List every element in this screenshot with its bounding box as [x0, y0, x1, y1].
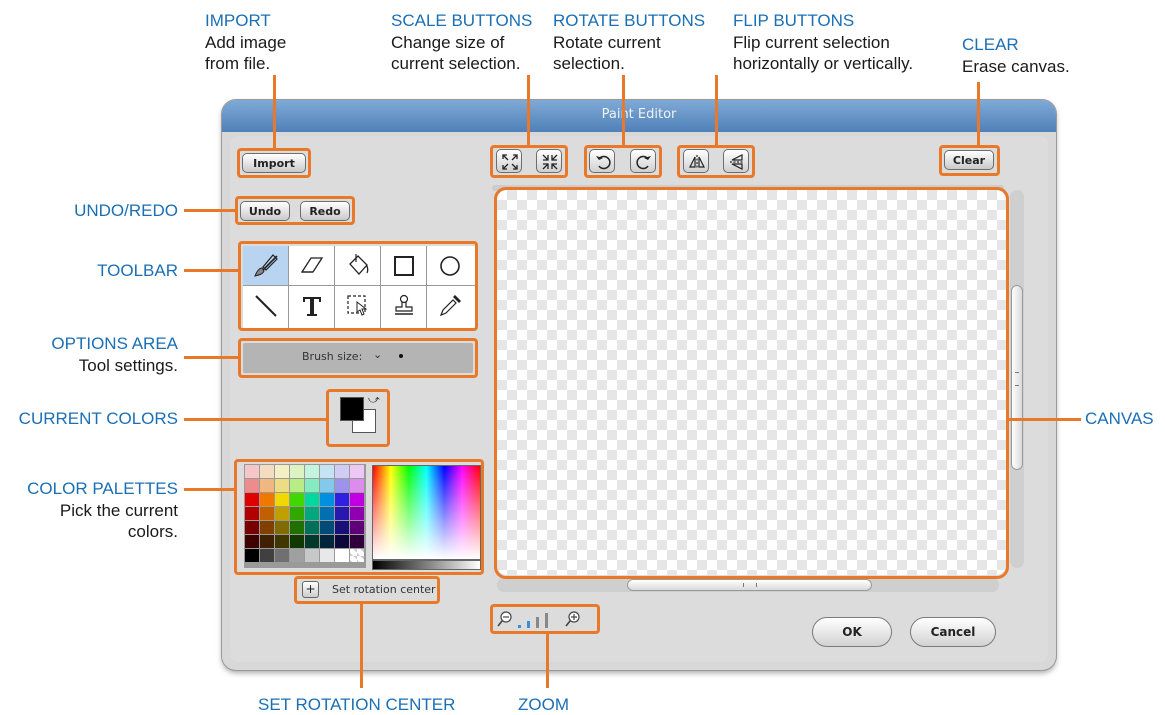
rotate-annotation-title: ROTATE BUTTONS — [553, 11, 706, 30]
toolbar-leader — [184, 269, 238, 272]
rotation-center-annotation-title: SET ROTATION CENTER — [258, 695, 456, 714]
scale-highlight — [490, 145, 568, 178]
undo-redo-annotation-title: UNDO/REDO — [74, 201, 178, 220]
import-annotation-desc: Add image from file. — [205, 33, 287, 73]
rotate-leader — [622, 75, 625, 145]
flip-annotation-title: FLIP BUTTONS — [733, 11, 855, 30]
zoom-leader — [546, 634, 549, 688]
options-leader — [184, 356, 238, 359]
cancel-button[interactable]: Cancel — [910, 617, 996, 647]
undo-redo-highlight — [235, 196, 355, 225]
rotation-center-highlight — [294, 576, 440, 604]
scale-leader — [527, 75, 530, 145]
foreground-color-front — [340, 397, 364, 421]
vertical-scroll-thumb[interactable] — [1011, 285, 1023, 470]
ok-button[interactable]: OK — [812, 617, 892, 647]
horizontal-scrollbar[interactable] — [497, 578, 999, 592]
palettes-highlight — [234, 459, 484, 575]
clear-annotation-title: CLEAR — [962, 35, 1019, 54]
clear-leader — [977, 82, 980, 145]
clear-annotation-desc: Erase canvas. — [962, 57, 1070, 76]
import-highlight — [237, 148, 311, 178]
options-annotation-title: OPTIONS AREA — [51, 334, 178, 353]
canvas-annotation-title: CANVAS — [1085, 409, 1154, 428]
flip-annotation-desc: Flip current selection horizontally or ve… — [733, 33, 914, 73]
scale-annotation-desc: Change size of current selection. — [391, 33, 521, 73]
toolbar-highlight — [238, 241, 478, 331]
grip-icon — [1015, 372, 1019, 386]
current-colors-annotation-title: CURRENT COLORS — [18, 409, 178, 428]
grip-icon — [743, 583, 757, 587]
current-colors-leader — [184, 418, 326, 421]
palettes-annotation-desc: Pick the current colors. — [59, 501, 178, 541]
options-annotation-desc: Tool settings. — [78, 356, 178, 375]
rotate-annotation-desc: Rotate current selection. — [553, 33, 661, 73]
flip-leader — [715, 75, 718, 145]
import-annotation-title: IMPORT — [205, 11, 271, 30]
scale-annotation-title: SCALE BUTTONS — [391, 11, 533, 30]
import-leader — [273, 75, 276, 148]
options-highlight — [238, 338, 478, 378]
rotation-center-leader — [360, 604, 363, 688]
horizontal-scroll-thumb[interactable] — [627, 579, 872, 591]
clear-highlight — [939, 145, 1000, 176]
title-bar[interactable]: Paint Editor — [222, 100, 1056, 132]
zoom-highlight — [490, 604, 600, 634]
undo-redo-leader — [184, 209, 235, 212]
window-title: Paint Editor — [601, 107, 677, 122]
palettes-annotation-title: COLOR PALETTES — [27, 479, 178, 498]
vertical-scrollbar[interactable] — [1010, 190, 1024, 568]
canvas-leader — [1009, 418, 1081, 421]
flip-highlight — [677, 145, 755, 178]
rotate-highlight — [584, 145, 662, 178]
canvas-highlight — [494, 187, 1009, 579]
palettes-leader — [184, 488, 234, 491]
zoom-annotation-title: ZOOM — [518, 695, 569, 714]
toolbar-annotation-title: TOOLBAR — [97, 261, 178, 280]
